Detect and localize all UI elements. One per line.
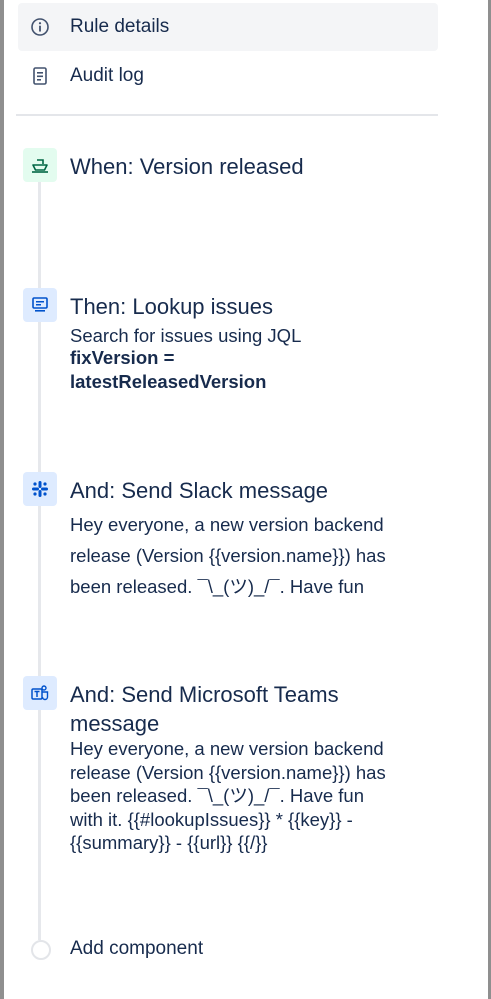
document-icon	[30, 66, 50, 86]
jql-line-2: latestReleasedVersion	[70, 371, 267, 392]
step-teams-title-line-1: And: Send Microsoft Teams	[70, 682, 339, 707]
step-lookup-issues[interactable]: Then: Lookup issues Search for issues us…	[0, 288, 491, 398]
add-component-label: Add component	[70, 938, 204, 959]
step-teams-message-line: been released. ¯\_(ツ)_/¯. Have fun	[70, 785, 364, 806]
step-teams-title-line-2: message	[70, 711, 160, 736]
step-teams-message-line: Hey everyone, a new version backend	[70, 738, 384, 759]
step-trigger-version-released[interactable]: When: Version released	[0, 148, 491, 188]
info-icon	[30, 17, 50, 37]
nav-divider	[16, 114, 438, 116]
step-slack-message-line: been released. ¯\_(ツ)_/¯. Have fun	[70, 576, 364, 597]
slack-icon	[23, 472, 57, 506]
ship-icon	[23, 148, 57, 182]
step-teams-message-line: with it. {{#lookupIssues}} * {{key}} -	[70, 808, 353, 830]
nav-audit-log[interactable]: Audit log	[18, 52, 438, 100]
add-circle-icon	[31, 940, 51, 960]
step-slack-message-line: Hey everyone, a new version backend	[70, 514, 384, 535]
nav-rule-details-label: Rule details	[70, 16, 170, 37]
add-component-button[interactable]: Add component	[0, 930, 491, 970]
step-lookup-title: Then: Lookup issues	[70, 294, 274, 319]
jql-line-1: fixVersion =	[70, 347, 175, 368]
nav-audit-log-label: Audit log	[70, 65, 144, 86]
teams-icon	[23, 676, 57, 710]
step-lookup-description: Search for issues using JQL	[70, 325, 302, 346]
step-trigger-title: When: Version released	[70, 154, 304, 179]
step-send-slack-message[interactable]: And: Send Slack message Hey everyone, a …	[0, 472, 491, 602]
monitor-icon	[23, 288, 57, 322]
step-teams-message-line: {{summary}} - {{url}} {{/}}	[70, 832, 268, 853]
step-teams-message-line: release (Version {{version.name}}) has	[70, 761, 386, 783]
step-slack-title: And: Send Slack message	[70, 478, 329, 503]
step-send-teams-message[interactable]: And: Send Microsoft Teams message Hey ev…	[0, 676, 491, 856]
nav-rule-details[interactable]: Rule details	[18, 3, 438, 51]
step-slack-message-line: release (Version {{version.name}}) has	[70, 545, 386, 566]
